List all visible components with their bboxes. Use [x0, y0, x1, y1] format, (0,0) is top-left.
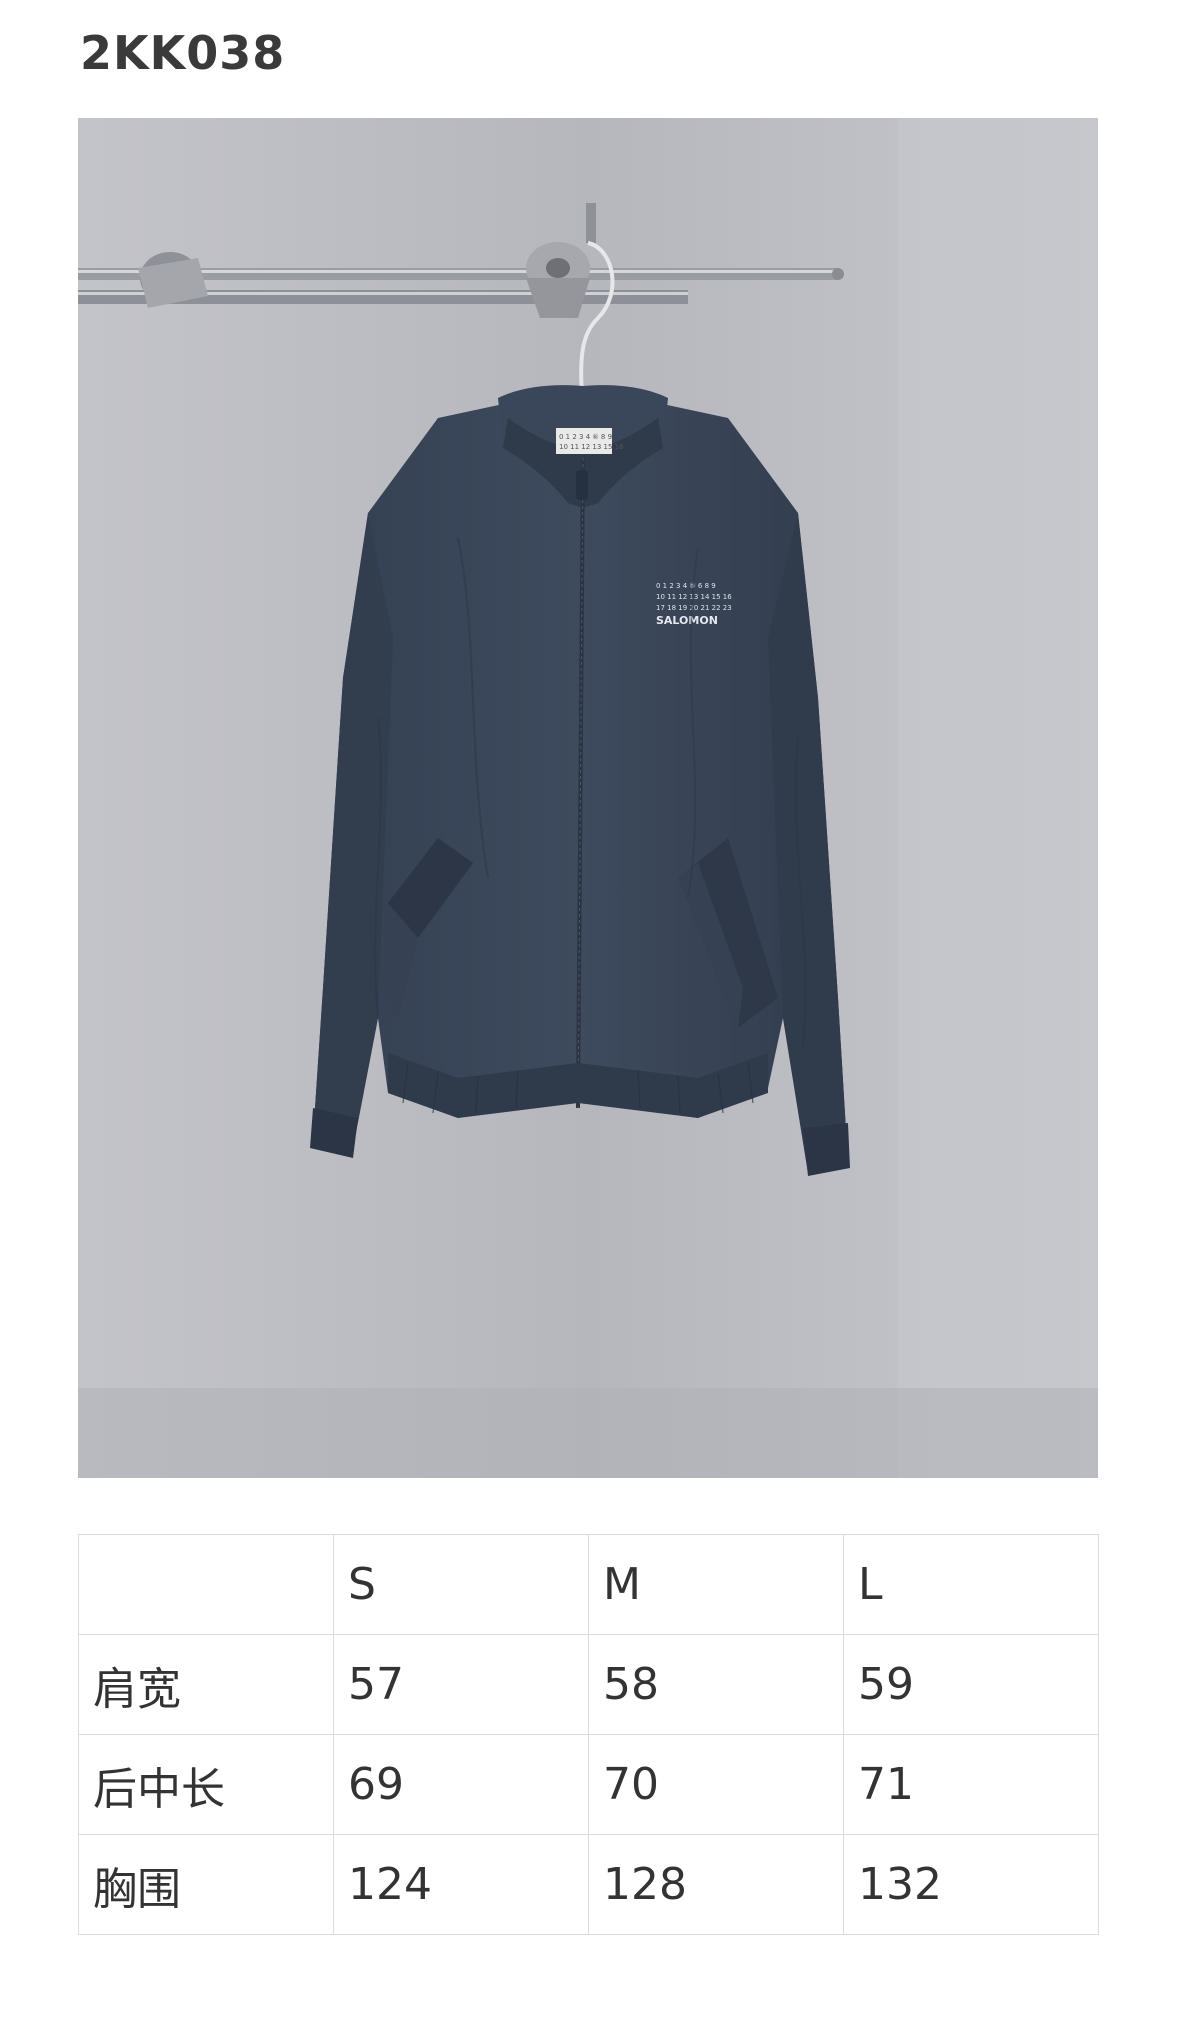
table-cell: 58 [588, 1634, 844, 1735]
table-row: 胸围 124 128 132 [78, 1834, 1099, 1935]
table-cell: 70 [588, 1734, 844, 1835]
table-cell: 57 [333, 1634, 589, 1735]
table-cell: 124 [333, 1834, 589, 1935]
svg-text:17 18 19 20 21 22 23: 17 18 19 20 21 22 23 [656, 604, 732, 612]
table-row: 后中长 69 70 71 [78, 1734, 1099, 1835]
table-cell: 59 [843, 1634, 1099, 1735]
table-cell: 69 [333, 1734, 589, 1835]
table-row: 肩宽 57 58 59 [78, 1634, 1099, 1735]
row-label-shoulder: 肩宽 [78, 1634, 334, 1735]
table-cell: 128 [588, 1834, 844, 1935]
table-header-cell-s: S [333, 1534, 589, 1635]
table-cell: 71 [843, 1734, 1099, 1835]
table-cell: 132 [843, 1834, 1099, 1935]
row-label-back-length: 后中长 [78, 1734, 334, 1835]
svg-text:0 1 2 3 4 ⑤ 6 8 9: 0 1 2 3 4 ⑤ 6 8 9 [656, 582, 716, 590]
table-header-cell-l: L [843, 1534, 1099, 1635]
row-label-chest: 胸围 [78, 1834, 334, 1935]
table-header-cell [78, 1534, 334, 1635]
jacket-icon: 0 1 2 3 4 ⑥ 8 9 10 11 12 13 15 16 0 1 2 … [310, 385, 850, 1176]
page-title: 2KK038 [80, 26, 286, 80]
svg-text:10 11 12 13 15 16: 10 11 12 13 15 16 [559, 443, 624, 451]
size-table: S M L 肩宽 57 58 59 后中长 69 70 71 胸围 124 12… [78, 1534, 1099, 1935]
table-header-row: S M L [78, 1534, 1099, 1635]
table-header-cell-m: M [588, 1534, 844, 1635]
product-photo: 0 1 2 3 4 ⑥ 8 9 10 11 12 13 15 16 0 1 2 … [78, 118, 1098, 1478]
svg-text:10 11 12 13 14 15 16: 10 11 12 13 14 15 16 [656, 593, 732, 601]
svg-text:0 1 2 3 4 ⑥ 8 9: 0 1 2 3 4 ⑥ 8 9 [559, 433, 612, 441]
jacket-print-text: SALOMON [656, 614, 718, 627]
